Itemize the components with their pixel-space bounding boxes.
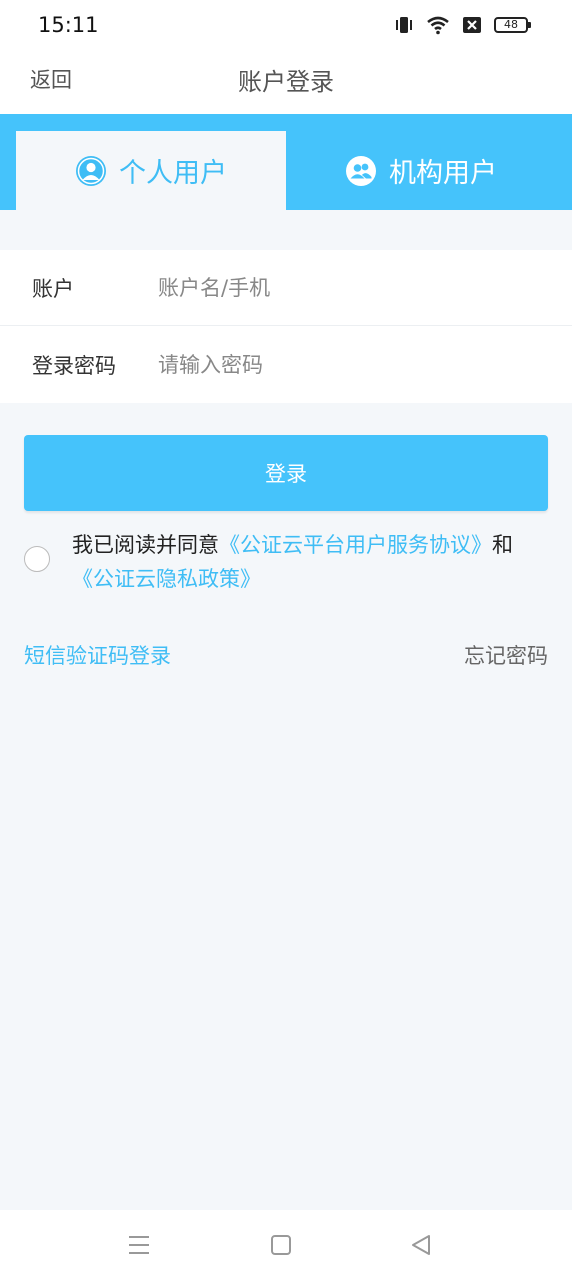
service-agreement-link[interactable]: 《公证云平台用户服务协议》	[219, 533, 492, 557]
agreement-prefix: 我已阅读并同意	[72, 533, 219, 557]
agreement-text: 我已阅读并同意《公证云平台用户服务协议》和《公证云隐私政策》	[72, 528, 552, 596]
account-row: 账户	[0, 250, 572, 326]
nav-bar: 返回 账户登录	[0, 48, 572, 114]
group-icon	[346, 155, 376, 186]
login-form: 账户 登录密码	[0, 250, 572, 403]
agreement-checkbox[interactable]	[24, 546, 50, 572]
system-nav-bar	[0, 1210, 572, 1280]
tab-organization-user[interactable]: 机构用户	[286, 131, 556, 210]
agreement-and: 和	[492, 533, 513, 557]
vibrate-icon	[396, 17, 412, 33]
tab-personal-user[interactable]: 个人用户	[16, 131, 286, 210]
home-icon[interactable]	[268, 1232, 294, 1258]
menu-icon[interactable]	[126, 1232, 152, 1258]
tab-label: 个人用户	[119, 158, 227, 189]
status-time: 15:11	[38, 13, 99, 37]
status-bar: 15:11 48	[0, 0, 572, 48]
password-input[interactable]	[158, 345, 538, 385]
password-row: 登录密码	[0, 327, 572, 403]
person-icon	[76, 155, 106, 186]
sim-off-icon	[463, 17, 481, 33]
tab-label: 机构用户	[389, 158, 497, 189]
status-icons: 48	[394, 13, 531, 37]
account-input[interactable]	[158, 267, 538, 308]
battery-icon: 48	[494, 17, 531, 33]
login-button[interactable]: 登录	[24, 435, 548, 511]
back-icon[interactable]	[408, 1232, 434, 1258]
forgot-password-link[interactable]: 忘记密码	[464, 640, 548, 670]
page-title: 账户登录	[238, 68, 334, 96]
user-type-tabs: 个人用户 机构用户	[0, 114, 572, 210]
wifi-icon	[427, 16, 449, 35]
account-label: 账户	[32, 276, 74, 301]
password-label: 登录密码	[32, 354, 116, 378]
privacy-policy-link[interactable]: 《公证云隐私政策》	[72, 567, 261, 591]
sms-login-link[interactable]: 短信验证码登录	[24, 640, 171, 670]
